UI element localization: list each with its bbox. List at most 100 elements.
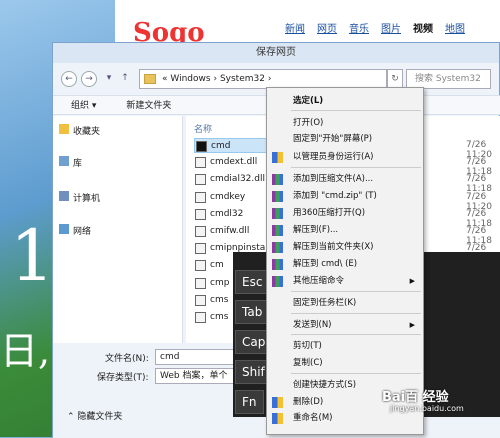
file-icon: [195, 226, 206, 237]
filename-label: 文件名(N):: [105, 354, 149, 364]
archive-icon: [272, 242, 283, 253]
menu-item[interactable]: 以管理员身份运行(A): [267, 149, 423, 165]
file-icon: [195, 312, 206, 323]
search-input[interactable]: 搜索 System32: [406, 69, 491, 89]
menu-item[interactable]: 解压到当前文件夹(X): [267, 239, 423, 255]
star-icon: [59, 124, 69, 134]
menu-item-label: 复制(C): [293, 358, 323, 368]
menu-item-label: 删除(D): [293, 397, 324, 407]
archive-icon: [272, 174, 283, 185]
nav-link[interactable]: 新闻: [285, 20, 305, 35]
refresh-icon[interactable]: ↻: [387, 69, 403, 89]
menu-item-label: 剪切(T): [293, 341, 322, 351]
menu-item[interactable]: 解压到(F)...: [267, 222, 423, 238]
menu-item[interactable]: 固定到任务栏(K): [267, 295, 423, 311]
nav-link[interactable]: 地图: [445, 20, 465, 35]
hide-folders-button[interactable]: ⌃ 隐藏文件夹: [67, 409, 122, 422]
menu-item[interactable]: 固定到"开始"屏幕(P): [267, 131, 423, 147]
archive-icon: [272, 225, 283, 236]
sidebar-item[interactable]: 网络: [59, 224, 92, 237]
file-icon: [195, 174, 206, 186]
file-row[interactable]: cmd: [194, 138, 274, 153]
menu-separator: [291, 313, 421, 314]
computer-icon: [59, 191, 69, 201]
menu-separator: [291, 291, 421, 292]
menu-separator: [291, 373, 421, 374]
menu-item-label: 发送到(N): [293, 320, 332, 330]
keyboard-key[interactable]: Tab: [235, 300, 270, 324]
menu-separator: [291, 110, 421, 111]
hide-folders-label: 隐藏文件夹: [77, 412, 123, 422]
menu-item[interactable]: 选定(L): [267, 93, 423, 109]
menu-item-label: 其他压缩命令: [293, 276, 345, 286]
path-box[interactable]: « Windows › System32 ›: [139, 69, 387, 89]
keyboard-key[interactable]: Esc: [235, 270, 270, 294]
path-arrow-end[interactable]: ›: [268, 74, 272, 84]
sidebar-item[interactable]: 库: [59, 156, 82, 169]
shield-icon: [272, 397, 283, 408]
menu-item-label: 解压到当前文件夹(X): [293, 242, 374, 252]
shield-icon: [272, 413, 283, 424]
dropdown-icon[interactable]: ▾: [101, 71, 117, 87]
nav-link[interactable]: 音乐: [349, 20, 369, 35]
file-icon: [195, 191, 206, 203]
menu-item[interactable]: 解压到 cmd\ (E): [267, 256, 423, 272]
address-bar: ← → ▾ ↑ « Windows › System32 › ↻ 搜索 Syst…: [61, 69, 491, 89]
menu-item[interactable]: 发送到(N) ▶: [267, 317, 423, 333]
menu-item[interactable]: 其他压缩命令 ▶: [267, 273, 423, 289]
path-windows[interactable]: Windows: [170, 74, 210, 84]
sidebar-label: 网络: [73, 227, 92, 237]
menu-separator: [291, 334, 421, 335]
nav-link[interactable]: 图片: [381, 20, 401, 35]
file-icon: [195, 157, 206, 169]
library-icon: [59, 156, 69, 166]
up-icon[interactable]: ↑: [117, 71, 133, 87]
path-arrow[interactable]: ›: [213, 74, 217, 84]
nav-link[interactable]: 网页: [317, 20, 337, 35]
menu-item[interactable]: 复制(C): [267, 355, 423, 371]
context-menu: 选定(L) 打开(O) 固定到"开始"屏幕(P) 以管理员身份运行(A) 添加到压缩文件…: [266, 87, 424, 435]
menu-item[interactable]: 用360压缩打开(Q): [267, 205, 423, 221]
menu-item[interactable]: 剪切(T): [267, 338, 423, 354]
file-icon: [196, 141, 207, 152]
file-icon: [195, 277, 206, 289]
sidebar-label: 计算机: [73, 194, 101, 204]
filetype-select[interactable]: Web 档案，单个: [155, 368, 235, 384]
menu-item-label: 解压到 cmd\ (E): [293, 259, 358, 269]
column-name-header[interactable]: 名称: [194, 122, 212, 135]
file-row[interactable]: cmifw.dll: [194, 224, 274, 239]
menu-item[interactable]: 添加到 "cmd.zip" (T): [267, 188, 423, 204]
menu-item-label: 创建快捷方式(S): [293, 380, 357, 390]
nav-link[interactable]: 视频: [413, 20, 433, 35]
watermark-url: jingyan.baidu.com: [390, 404, 464, 413]
network-icon: [59, 224, 69, 234]
archive-icon: [272, 276, 283, 287]
filename-field[interactable]: cmd: [155, 349, 235, 365]
shield-icon: [272, 152, 283, 163]
menu-item-label: 添加到压缩文件(A)...: [293, 174, 374, 184]
menu-item-label: 打开(O): [293, 118, 324, 128]
file-row[interactable]: cmdl32: [194, 207, 274, 222]
menu-item[interactable]: 添加到压缩文件(A)...: [267, 171, 423, 187]
menu-item-label: 用360压缩打开(Q): [293, 208, 366, 218]
sidebar-item[interactable]: 收藏夹: [59, 124, 101, 137]
forward-icon[interactable]: →: [81, 71, 97, 87]
file-row[interactable]: cmdkey: [194, 190, 274, 205]
filetype-label: 保存类型(T):: [97, 373, 149, 383]
back-icon[interactable]: ←: [61, 71, 77, 87]
keyboard-key[interactable]: Fn: [235, 390, 264, 414]
archive-icon: [272, 259, 283, 270]
file-icon: [195, 260, 206, 272]
sidebar-label: 收藏夹: [73, 127, 101, 137]
new-folder-button[interactable]: 新建文件夹: [126, 96, 171, 114]
menu-item[interactable]: 打开(O): [267, 115, 423, 131]
path-system32[interactable]: System32: [220, 74, 265, 84]
desktop-text-2: 日,: [0, 329, 51, 373]
dialog-title: 保存网页: [53, 43, 499, 63]
sidebar-item[interactable]: 计算机: [59, 191, 101, 204]
watermark-brand: Bai百 经验: [382, 390, 449, 405]
file-row[interactable]: cmdext.dll: [194, 155, 274, 170]
path-sep: «: [162, 74, 168, 84]
organize-button[interactable]: 组织 ▾: [71, 96, 96, 114]
file-row[interactable]: cmdial32.dll: [194, 172, 274, 187]
